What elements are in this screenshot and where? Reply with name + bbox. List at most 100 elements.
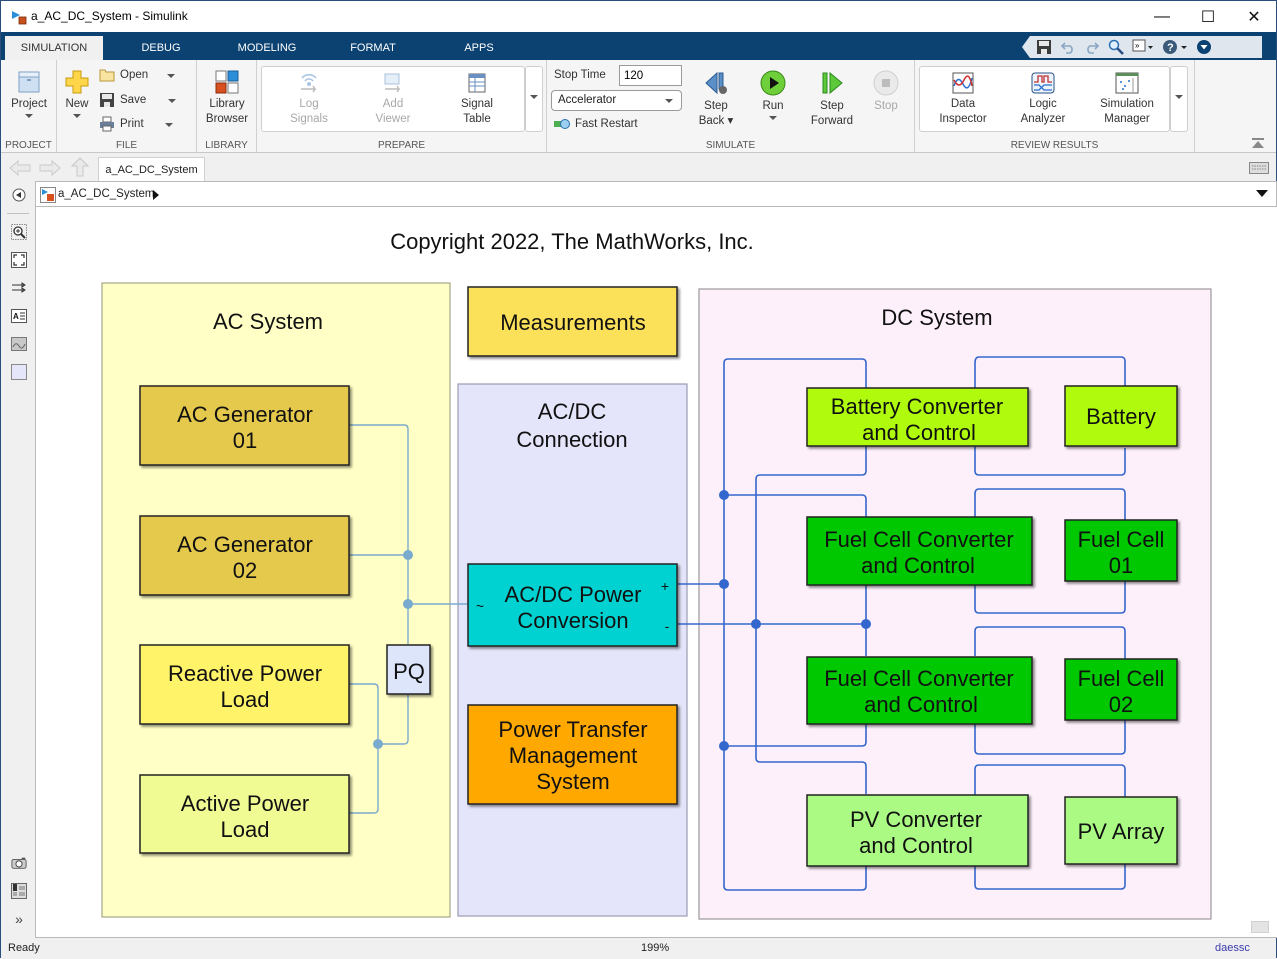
area-icon[interactable] <box>11 364 27 380</box>
breadcrumb-dropdown-icon[interactable] <box>1256 190 1268 198</box>
step-back-label-1: Step <box>704 100 728 112</box>
camera-icon[interactable] <box>11 855 27 871</box>
save-button[interactable]: Save <box>99 92 177 108</box>
block-fuel-cell-converter-02[interactable]: Fuel Cell Converter and Control <box>806 656 1033 725</box>
keyboard-icon[interactable] <box>1249 162 1269 174</box>
simulation-manager-label-2: Manager <box>1104 113 1150 125</box>
block-label: PV Converter <box>850 807 982 832</box>
tab-model-a-ac-dc-system[interactable]: a_AC_DC_System <box>98 157 205 181</box>
block-pq[interactable]: PQ <box>386 644 431 695</box>
maximize-button[interactable]: ☐ <box>1185 1 1231 32</box>
project-button[interactable]: Project <box>5 70 53 118</box>
data-inspector-button[interactable]: Data Inspector <box>931 72 995 127</box>
block-label: Fuel Cell Converter <box>824 666 1014 691</box>
block-fuel-cell-02[interactable]: Fuel Cell 02 <box>1064 658 1178 721</box>
minimize-icon: — <box>1154 7 1170 25</box>
block-label: 01 <box>1109 553 1133 578</box>
tab-apps[interactable]: APPS <box>441 36 517 60</box>
area-dc-label: DC System <box>881 305 992 330</box>
block-pv-converter-and-control[interactable]: PV Converter and Control <box>806 794 1029 867</box>
project-label: Project <box>11 98 47 110</box>
block-fuel-cell-converter-01[interactable]: Fuel Cell Converter and Control <box>806 516 1033 586</box>
zoom-icon[interactable] <box>11 224 27 240</box>
save-icon[interactable] <box>1036 39 1052 55</box>
breadcrumb[interactable]: a_AC_DC_System <box>58 188 155 200</box>
prepare-more-button[interactable] <box>525 66 543 132</box>
collapse-toolstrip-icon[interactable] <box>1251 138 1265 148</box>
up-arrow-icon[interactable] <box>71 157 89 177</box>
redo-icon[interactable] <box>1084 39 1100 55</box>
simulation-manager-button[interactable]: Simulation Manager <box>1091 72 1163 127</box>
block-battery-converter-and-control[interactable]: Battery Converter and Control <box>806 387 1029 447</box>
data-inspector-icon <box>952 72 974 94</box>
step-forward-icon <box>822 71 843 95</box>
fit-to-view-icon[interactable] <box>11 252 27 268</box>
minimize-button[interactable]: — <box>1139 1 1185 32</box>
block-pv-array[interactable]: PV Array <box>1064 796 1178 865</box>
print-button[interactable]: Print <box>99 116 173 132</box>
property-inspector-icon[interactable] <box>11 883 27 899</box>
block-acdc-power-conversion[interactable]: AC/DC Power Conversion ~ + - <box>467 563 678 647</box>
chevron-down-icon <box>1175 95 1183 99</box>
block-diagram[interactable]: Copyright 2022, The MathWorks, Inc. AC S… <box>36 207 1277 938</box>
block-battery[interactable]: Battery <box>1064 385 1178 447</box>
chevron-down-icon <box>168 99 177 103</box>
area-acdc-label-1: AC/DC <box>538 399 607 424</box>
resize-grip[interactable] <box>1251 921 1269 933</box>
step-forward-button[interactable]: Step Forward <box>805 70 859 129</box>
block-ac-generator-02[interactable]: AC Generator 02 <box>139 515 350 596</box>
annotation-icon[interactable]: A <box>11 308 27 324</box>
hide-explorer-icon[interactable] <box>11 187 27 203</box>
expand-palette-icon[interactable]: » <box>11 911 27 927</box>
image-icon[interactable] <box>11 336 27 352</box>
stop-icon <box>873 70 899 96</box>
chevron-down-icon <box>665 99 673 103</box>
block-active-power-load[interactable]: Active Power Load <box>139 774 350 854</box>
group-file: New Open Save Print FILE <box>57 60 197 153</box>
print-label: Print <box>120 118 144 130</box>
review-more-button[interactable] <box>1170 66 1188 132</box>
stop-time-input[interactable] <box>619 65 682 86</box>
log-signals-button[interactable]: Log Signals <box>281 72 337 127</box>
block-label: PQ <box>393 659 425 684</box>
new-button[interactable]: New <box>61 70 93 118</box>
step-forward-label-2: Forward <box>810 115 854 127</box>
block-label: and Control <box>861 553 975 578</box>
open-button[interactable]: Open <box>99 68 176 82</box>
block-measurements[interactable]: Measurements <box>467 286 678 357</box>
undo-icon[interactable] <box>1060 39 1076 55</box>
logic-analyzer-button[interactable]: Logic Analyzer <box>1011 72 1075 127</box>
stop-label: Stop <box>874 100 898 112</box>
tab-format[interactable]: FORMAT <box>333 36 413 60</box>
solver-link[interactable]: daessc <box>1215 942 1250 954</box>
back-arrow-icon[interactable] <box>9 160 31 176</box>
signal-routing-icon[interactable] <box>11 280 27 296</box>
help-icon[interactable]: ? <box>1162 39 1188 55</box>
block-ac-generator-01[interactable]: AC Generator 01 <box>139 385 350 466</box>
close-button[interactable]: ✕ <box>1231 1 1277 32</box>
tab-debug[interactable]: DEBUG <box>121 36 201 60</box>
add-viewer-button[interactable]: Add Viewer <box>365 72 421 127</box>
library-browser-button[interactable]: Library Browser <box>201 70 253 127</box>
tab-modeling[interactable]: MODELING <box>221 36 313 60</box>
tab-simulation[interactable]: SIMULATION <box>5 36 103 60</box>
fast-restart-button[interactable]: Fast Restart <box>554 118 638 130</box>
model-canvas[interactable]: Copyright 2022, The MathWorks, Inc. AC S… <box>35 207 1277 938</box>
breadcrumb-arrow-icon[interactable] <box>152 190 160 200</box>
block-reactive-power-load[interactable]: Reactive Power Load <box>139 644 350 725</box>
run-button[interactable]: Run <box>751 70 795 120</box>
collapse-ribbon-icon[interactable] <box>1196 39 1212 55</box>
stop-button[interactable]: Stop <box>867 70 905 114</box>
signal-table-button[interactable]: Signal Table <box>449 72 505 127</box>
simulation-mode-dropdown[interactable]: Accelerator <box>551 90 682 111</box>
block-fuel-cell-01[interactable]: Fuel Cell 01 <box>1064 519 1178 582</box>
search-icon[interactable] <box>1108 39 1124 55</box>
block-label: PV Array <box>1078 819 1165 844</box>
block-label: Active Power <box>181 791 309 816</box>
shortcuts-icon[interactable]: » <box>1132 39 1154 55</box>
block-power-transfer-management-system[interactable]: Power Transfer Management System <box>467 704 678 805</box>
step-back-button[interactable]: Step Back ▾ <box>691 70 741 129</box>
forward-arrow-icon[interactable] <box>39 160 61 176</box>
group-label-project: PROJECT <box>5 140 52 151</box>
area-acdc-connection[interactable]: AC/DC Connection <box>457 383 688 917</box>
